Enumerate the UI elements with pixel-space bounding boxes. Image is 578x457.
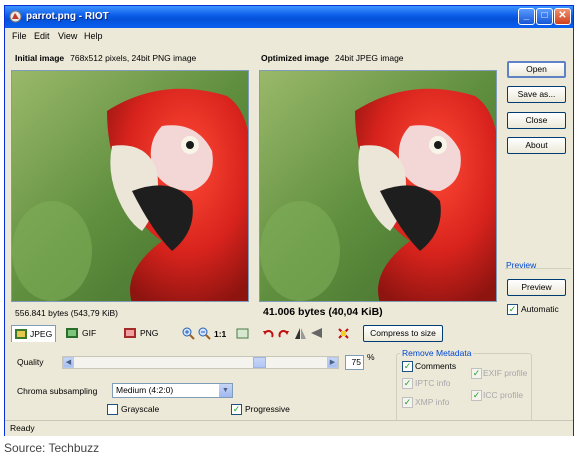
riot-window: parrot.png - RIOT _ □ ✕ File Edit View H… (4, 5, 574, 436)
progressive-checkbox[interactable]: ✓ (231, 404, 242, 415)
tab-gif-label: GIF (82, 328, 97, 338)
icc-checkbox[interactable]: ✓ (471, 390, 482, 401)
zoom-1-1-button[interactable]: 1:1 (214, 329, 226, 339)
tab-gif[interactable]: GIF (63, 325, 103, 342)
automatic-label: Automatic (521, 304, 559, 314)
rotate-right-icon[interactable] (277, 327, 290, 340)
about-button[interactable]: About (507, 137, 566, 154)
chevron-down-icon[interactable]: ▼ (219, 384, 232, 397)
xmp-label: XMP info (415, 397, 450, 407)
icc-label: ICC profile (483, 390, 524, 400)
tab-png-label: PNG (140, 328, 159, 338)
close-button[interactable]: Close (507, 112, 566, 129)
app-icon (9, 10, 22, 23)
parrot-image-optimized (260, 71, 496, 301)
status-text: Ready (10, 423, 35, 433)
preview-section (505, 268, 571, 327)
slider-left-arrow-icon[interactable]: ◀ (63, 357, 74, 368)
menu-help[interactable]: Help (84, 31, 103, 41)
initial-image-info: Initial image 768x512 pixels, 24bit PNG i… (15, 53, 196, 63)
optimized-image-label: Optimized image (261, 53, 330, 63)
progressive-label: Progressive (245, 404, 290, 414)
chroma-label: Chroma subsampling (17, 386, 98, 396)
open-button[interactable]: Open (507, 61, 566, 78)
maximize-icon[interactable]: □ (536, 8, 553, 25)
optimized-size-text: 41.006 bytes (40,04 KiB) (263, 306, 383, 318)
initial-image-label: Initial image (15, 53, 65, 63)
quality-input[interactable]: 75 (345, 355, 364, 370)
menu-edit[interactable]: Edit (34, 31, 50, 41)
minimize-icon[interactable]: _ (518, 8, 535, 25)
zoom-out-icon[interactable] (198, 327, 211, 340)
menu-file[interactable]: File (12, 31, 27, 41)
optimized-image-pane[interactable] (259, 70, 497, 302)
automatic-checkbox[interactable]: ✓ (507, 304, 518, 315)
remove-metadata-title: Remove Metadata (400, 348, 474, 358)
comments-checkbox[interactable]: ✓ (402, 361, 413, 372)
preview-title: Preview (506, 260, 537, 270)
exif-label: EXIF profile (483, 368, 528, 378)
grayscale-label: Grayscale (121, 404, 160, 414)
png-format-icon (124, 328, 136, 338)
quality-unit: % (367, 352, 375, 362)
close-icon[interactable]: ✕ (554, 8, 571, 25)
parrot-image-original (12, 71, 248, 301)
chroma-value: Medium (4:2:0) (116, 385, 174, 395)
initial-image-pane[interactable] (11, 70, 249, 302)
xmp-checkbox[interactable]: ✓ (402, 397, 413, 408)
comments-label: Comments (415, 361, 457, 371)
quality-slider[interactable]: ◀ ▶ (62, 356, 339, 369)
flip-horizontal-icon[interactable] (294, 327, 307, 340)
transparency-icon[interactable] (337, 327, 350, 340)
preview-button[interactable]: Preview (507, 279, 566, 296)
title-bar[interactable]: parrot.png - RIOT _ □ ✕ (5, 6, 573, 28)
iptc-label: IPTC info (415, 378, 451, 388)
zoom-in-icon[interactable] (182, 327, 195, 340)
quality-label: Quality (17, 357, 44, 367)
tab-jpeg[interactable]: JPEG (11, 325, 56, 342)
fit-icon[interactable] (236, 327, 249, 340)
menu-bar: File Edit View Help (5, 28, 573, 44)
gif-format-icon (66, 328, 78, 338)
quality-slider-thumb[interactable] (253, 357, 266, 368)
optimized-image-info: Optimized image 24bit JPEG image (261, 53, 404, 63)
grayscale-checkbox[interactable] (107, 404, 118, 415)
menu-view[interactable]: View (58, 31, 77, 41)
optimized-image-details: 24bit JPEG image (335, 53, 404, 63)
tab-png[interactable]: PNG (121, 325, 163, 342)
save-as-button[interactable]: Save as... (507, 86, 566, 103)
slider-right-arrow-icon[interactable]: ▶ (327, 357, 338, 368)
source-caption: Source: Techbuzz (4, 441, 100, 455)
status-bar: Ready (5, 420, 573, 436)
jpeg-format-icon (15, 329, 27, 339)
compress-to-size-button[interactable]: Compress to size (363, 325, 443, 342)
initial-image-details: 768x512 pixels, 24bit PNG image (70, 53, 197, 63)
rotate-left-icon[interactable] (262, 327, 275, 340)
exif-checkbox[interactable]: ✓ (471, 368, 482, 379)
iptc-checkbox[interactable]: ✓ (402, 378, 413, 389)
tab-jpeg-label: JPEG (30, 329, 53, 339)
chroma-select[interactable]: Medium (4:2:0) ▼ (112, 383, 233, 398)
flip-vertical-icon[interactable] (310, 327, 323, 340)
initial-size-text: 556.841 bytes (543,79 KiB) (15, 308, 119, 318)
window-title: parrot.png - RIOT (26, 11, 109, 22)
